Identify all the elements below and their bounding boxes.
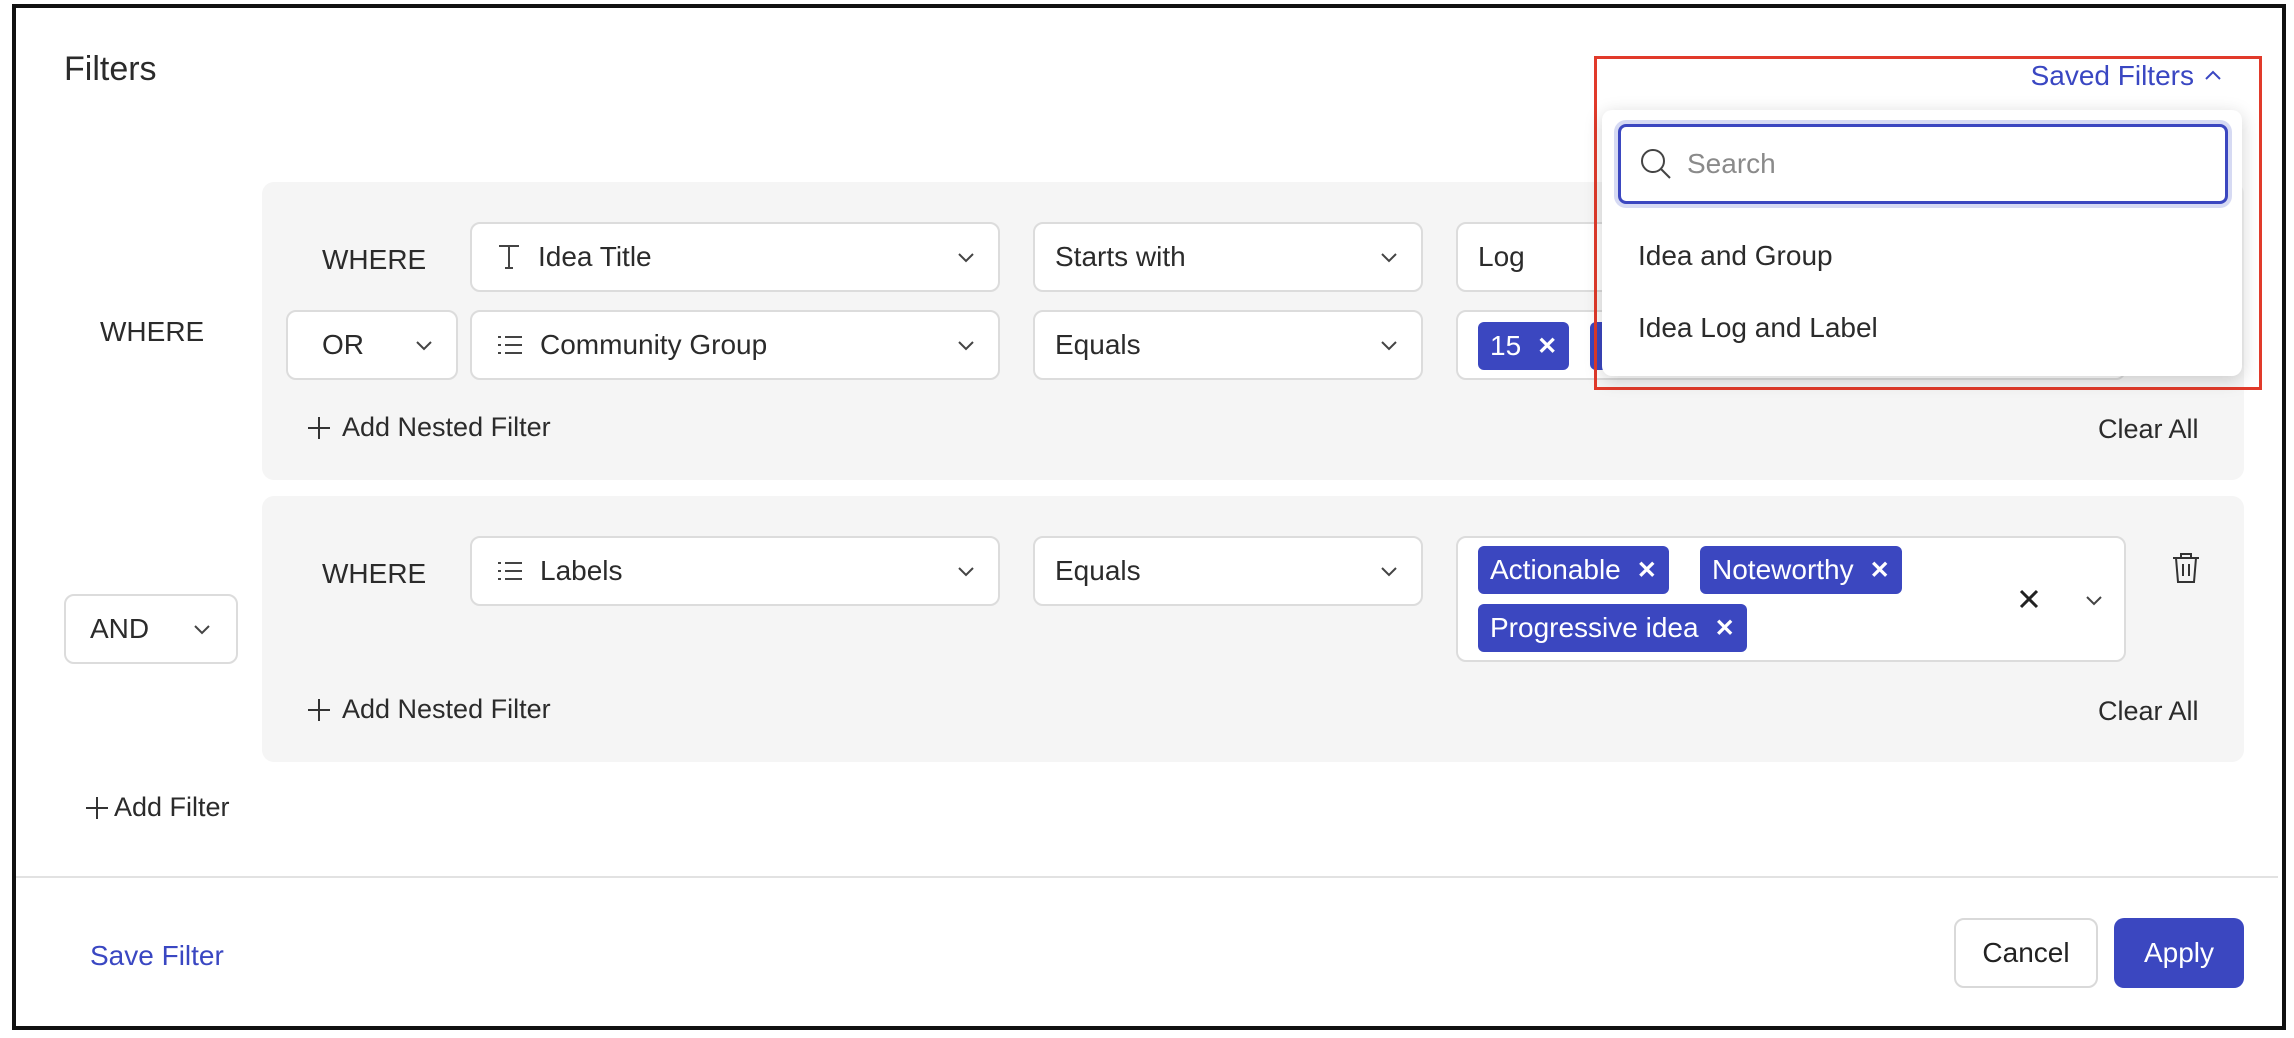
tag-label: Progressive idea — [1490, 612, 1699, 643]
field-label: Idea Title — [538, 241, 652, 272]
trash-icon[interactable] — [2170, 550, 2202, 586]
add-filter-button[interactable]: Add Filter — [84, 792, 230, 823]
chevron-down-icon — [1377, 245, 1401, 269]
conjunction-label: AND — [90, 613, 150, 644]
plus-icon — [306, 415, 332, 441]
value-tag: Actionable ✕ — [1478, 546, 1669, 594]
value-tag: Progressive idea ✕ — [1478, 604, 1747, 652]
remove-tag-icon[interactable]: ✕ — [1715, 614, 1735, 643]
group1-row2-field-select[interactable]: Community Group — [470, 310, 1000, 380]
group2-row1-field-select[interactable]: Labels — [470, 536, 1000, 606]
group2-conjunction-select[interactable]: AND — [64, 594, 238, 664]
group1-where-label: WHERE — [322, 244, 427, 275]
saved-filters-label: Saved Filters — [2030, 60, 2194, 91]
chevron-up-icon — [2202, 65, 2224, 87]
saved-filters-search[interactable] — [1618, 124, 2228, 204]
value-tag: Noteworthy ✕ — [1700, 546, 1902, 594]
remove-tag-icon[interactable]: ✕ — [1537, 332, 1557, 361]
chevron-down-icon — [954, 333, 978, 357]
tag-label: 15 — [1490, 330, 1522, 361]
footer-divider — [16, 876, 2278, 878]
group2-add-nested-filter-button[interactable]: Add Nested Filter — [306, 694, 551, 725]
chevron-down-icon — [412, 333, 436, 357]
list-icon — [496, 559, 524, 583]
chevron-down-icon — [954, 245, 978, 269]
saved-filter-item[interactable]: Idea and Group — [1638, 240, 1833, 272]
field-label: Community Group — [540, 329, 768, 360]
cancel-button[interactable]: Cancel — [1954, 918, 2098, 988]
chevron-down-icon — [1377, 333, 1401, 357]
add-filter-label: Add Filter — [114, 792, 230, 822]
group2-clear-all-button[interactable]: Clear All — [2098, 696, 2199, 727]
value-tag: 15 ✕ — [1478, 322, 1570, 370]
operator-label: Equals — [1055, 555, 1141, 586]
group1-row1-field-select[interactable]: Idea Title — [470, 222, 1000, 292]
operator-label: Equals — [1055, 329, 1141, 360]
group1-row1-operator-select[interactable]: Starts with — [1033, 222, 1423, 292]
saved-filter-item[interactable]: Idea Log and Label — [1638, 312, 1878, 344]
group2-where-label: WHERE — [322, 558, 427, 589]
group1-row2-operator-select[interactable]: Equals — [1033, 310, 1423, 380]
dialog-title: Filters — [64, 50, 157, 88]
add-nested-label: Add Nested Filter — [342, 412, 551, 442]
saved-filters-dropdown: Idea and Group Idea Log and Label — [1602, 110, 2242, 376]
tag-label: Actionable — [1490, 554, 1621, 585]
outer-where-label: WHERE — [100, 316, 205, 347]
plus-icon — [84, 795, 110, 821]
save-filter-button[interactable]: Save Filter — [90, 940, 224, 972]
group1-add-nested-filter-button[interactable]: Add Nested Filter — [306, 412, 551, 443]
search-input[interactable] — [1685, 147, 2209, 181]
plus-icon — [306, 697, 332, 723]
group1-row2-conjunction-select[interactable]: OR — [286, 310, 458, 380]
apply-button[interactable]: Apply — [2114, 918, 2244, 988]
remove-tag-icon[interactable]: ✕ — [1870, 556, 1890, 585]
add-nested-label: Add Nested Filter — [342, 694, 551, 724]
group2-row1-operator-select[interactable]: Equals — [1033, 536, 1423, 606]
chevron-down-icon — [190, 617, 214, 641]
chevron-down-icon[interactable] — [2082, 588, 2106, 612]
text-type-icon — [496, 242, 522, 272]
field-label: Labels — [540, 555, 623, 586]
remove-tag-icon[interactable]: ✕ — [1637, 556, 1657, 585]
chevron-down-icon — [954, 559, 978, 583]
group1-clear-all-button[interactable]: Clear All — [2098, 414, 2199, 445]
operator-label: Starts with — [1055, 241, 1186, 272]
tag-label: Noteworthy — [1712, 554, 1854, 585]
list-icon — [496, 333, 524, 357]
chevron-down-icon — [1377, 559, 1401, 583]
clear-values-icon[interactable] — [2016, 586, 2042, 612]
conjunction-label: OR — [322, 329, 364, 360]
saved-filters-toggle[interactable]: Saved Filters — [2031, 60, 2224, 92]
search-icon — [1639, 147, 1673, 181]
